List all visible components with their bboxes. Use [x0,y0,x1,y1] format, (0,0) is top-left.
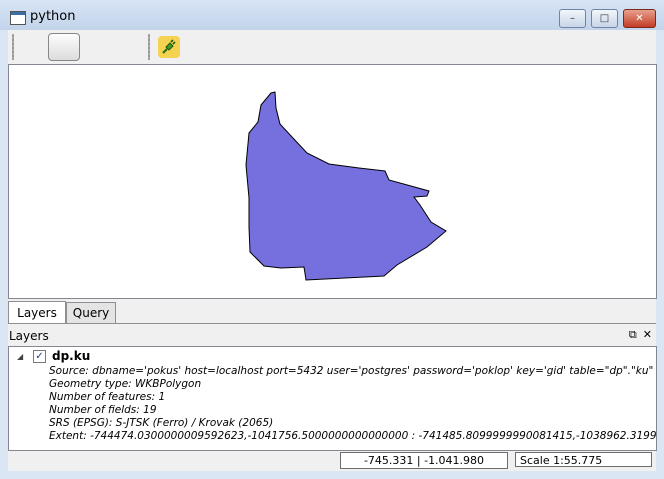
toolbar [8,30,656,64]
map-svg [245,91,447,281]
coordinate-display: -745.331 | -1.041.980 [340,452,508,469]
scale-display: Scale 1:55.775 [515,452,652,467]
layer-visibility-checkbox[interactable]: ✓ [33,350,46,363]
layer-field-count: Number of fields: 19 [49,404,157,416]
tab-divider [8,323,656,324]
status-bar: -745.331 | -1.041.980 Scale 1:55.775 [8,451,656,471]
dock-title: Layers [9,329,49,343]
dock-title-bar[interactable]: Layers ⧉ ✕ [8,326,656,346]
window-title: python [30,9,76,24]
maximize-icon: □ [599,13,610,24]
main-area: Layers Query Layers ⧉ ✕ ◢ ✓ dp.ku Source… [8,30,657,471]
window-icon [10,11,26,25]
layer-srs: SRS (EPSG): S-JTSK (Ferro) / Krovak (206… [49,417,274,429]
application-window: python – □ ✕ Layers Query Layers ⧉ ✕ ◢ ✓… [0,0,664,479]
dock-close-icon[interactable]: ✕ [643,328,652,342]
maximize-button[interactable]: □ [591,9,618,28]
polygon-feature[interactable] [245,91,447,281]
layer-source: Source: dbname='pokus' host=localhost po… [49,365,657,377]
tab-layers[interactable]: Layers [8,301,66,324]
layer-details: Source: dbname='pokus' host=localhost po… [49,365,657,443]
collapse-arrow-icon[interactable]: ◢ [17,352,23,361]
tab-query[interactable]: Query [66,302,116,323]
map-canvas[interactable] [8,64,657,299]
plugin-button[interactable] [158,36,180,58]
dock-float-icon[interactable]: ⧉ [629,328,637,342]
close-button[interactable]: ✕ [623,9,656,28]
minimize-button[interactable]: – [559,9,586,28]
tab-bar: Layers Query [8,301,656,324]
layer-feature-count: Number of features: 1 [49,391,166,403]
layer-extent: Extent: -744474.0300000009592623,-104175… [49,430,657,442]
plug-icon [162,39,176,54]
title-bar[interactable]: python – □ ✕ [0,0,664,30]
toolbar-grip[interactable] [148,34,150,60]
minimize-icon: – [570,13,575,24]
close-icon: ✕ [635,13,644,24]
toolbar-blank-button[interactable] [48,33,80,61]
layer-geometry-type: Geometry type: WKBPolygon [49,378,202,390]
toolbar-grip[interactable] [12,34,14,60]
layer-tree[interactable]: ◢ ✓ dp.ku Source: dbname='pokus' host=lo… [8,346,657,451]
layer-name[interactable]: dp.ku [52,349,90,363]
